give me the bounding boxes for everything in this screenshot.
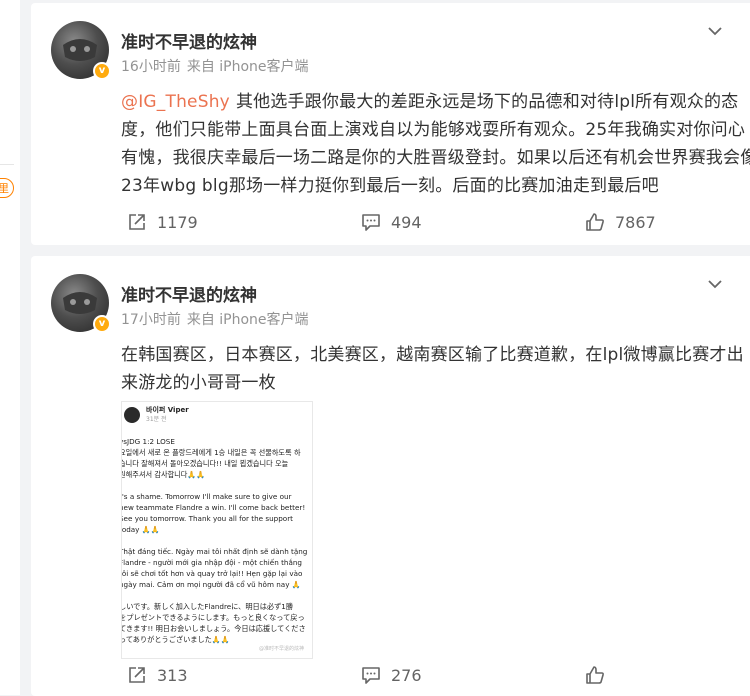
image-avatar [124, 406, 140, 423]
post-meta: 16小时前 来自 iPhone客户端 [121, 56, 315, 76]
chevron-down-icon[interactable] [707, 276, 723, 292]
image-text: vsJDG 1:2 LOSE 요일에서 새로 온 플랑드레에게 1승 내일은 꼭… [121, 437, 308, 644]
comment-button[interactable]: 276 [361, 663, 422, 687]
avatar[interactable]: v [51, 274, 111, 333]
feed-card-1: v 准时不早退的炫神 16小时前 来自 iPhone客户端 @IG_TheShy 其… [31, 3, 750, 245]
verified-badge-icon: v [93, 315, 111, 333]
share-count: 313 [157, 665, 188, 685]
post-source: 来自 iPhone客户端 [186, 59, 309, 75]
comment-button[interactable]: 494 [361, 210, 422, 234]
left-sidebar-strip: 里 [0, 0, 20, 695]
post-content: 在韩国赛区，日本赛区，北美赛区，越南赛区输了比赛道歉，在lpl微博赢比赛才出来游… [121, 341, 750, 397]
share-button[interactable]: 1179 [127, 210, 198, 234]
post-meta: 17小时前 来自 iPhone客户端 [121, 309, 315, 329]
comment-count: 494 [391, 212, 422, 232]
thumbs-up-icon [586, 213, 604, 231]
share-icon [129, 667, 145, 683]
image-post-header: 바이퍼 Viper 31분 전 [124, 406, 189, 423]
image-author: 바이퍼 Viper [146, 406, 189, 414]
avatar[interactable]: v [51, 21, 111, 80]
comment-icon [362, 667, 380, 684]
verified-badge-icon: v [93, 62, 111, 80]
sidebar-tag[interactable]: 里 [0, 178, 14, 198]
thumbs-up-icon [586, 666, 604, 684]
avatar-image-icon [63, 39, 97, 61]
image-watermark: @准时不早退的炫神 [258, 646, 304, 652]
sidebar-divider [0, 164, 14, 165]
comment-count: 276 [391, 665, 422, 685]
post-source: 来自 iPhone客户端 [186, 312, 309, 328]
username[interactable]: 准时不早退的炫神 [121, 281, 257, 306]
post-actions: 1179 494 7867 [31, 210, 750, 234]
share-icon [129, 214, 145, 230]
post-content: @IG_TheShy 其他选手跟你最大的差距永远是场下的品德和对待lpl所有观众的… [121, 88, 750, 200]
post-text: 在韩国赛区，日本赛区，北美赛区，越南赛区输了比赛道歉，在lpl微博赢比赛才出来游… [121, 345, 744, 393]
avatar-image-icon [63, 292, 97, 314]
post-time[interactable]: 16小时前 [121, 59, 181, 75]
share-count: 1179 [157, 212, 198, 232]
comment-icon [362, 214, 380, 231]
image-time: 31분 전 [146, 416, 167, 423]
feed-card-2: v 准时不早退的炫神 17小时前 来自 iPhone客户端 在韩国赛区，日本赛区，… [31, 256, 750, 696]
post-actions: 313 276 [31, 663, 750, 687]
post-image[interactable]: 바이퍼 Viper 31분 전 vsJDG 1:2 LOSE 요일에서 새로 온… [121, 401, 313, 659]
like-button[interactable]: 7867 [585, 210, 656, 234]
username[interactable]: 准时不早退的炫神 [121, 28, 257, 53]
like-button[interactable] [585, 663, 615, 687]
chevron-down-icon[interactable] [707, 23, 723, 39]
share-button[interactable]: 313 [127, 663, 188, 687]
mention-link[interactable]: @IG_TheShy [121, 92, 230, 112]
post-time[interactable]: 17小时前 [121, 312, 181, 328]
like-count: 7867 [615, 212, 656, 232]
